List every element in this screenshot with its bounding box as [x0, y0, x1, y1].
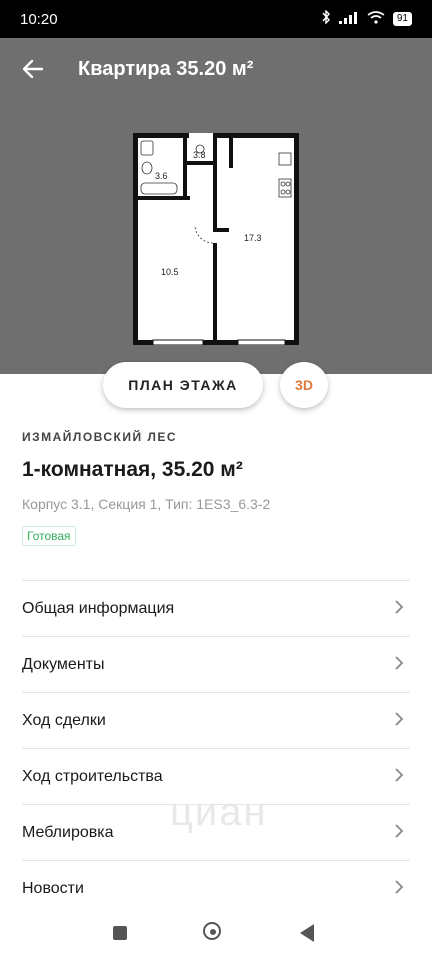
view-tabs: ПЛАН ЭТАЖА 3D [0, 362, 432, 410]
room-area-room: 10.5 [161, 267, 179, 277]
room-area-bath: 3.6 [155, 171, 168, 181]
chevron-right-icon [395, 654, 404, 675]
menu-item-label: Новости [22, 879, 84, 897]
arrow-left-icon [23, 60, 43, 78]
menu-item-construction-progress[interactable]: Ход строительства [22, 748, 410, 804]
bluetooth-icon [321, 9, 331, 28]
tab-floor-plan[interactable]: ПЛАН ЭТАЖА [103, 362, 263, 408]
wifi-icon [367, 10, 385, 28]
menu-item-label: Ход сделки [22, 711, 106, 729]
chevron-right-icon [395, 598, 404, 619]
back-button[interactable] [18, 54, 48, 84]
page-title: Квартира 35.20 м² [78, 57, 254, 80]
top-app-bar: Квартира 35.20 м² [0, 38, 432, 100]
menu-item-label: Ход строительства [22, 767, 163, 785]
floor-plan-image[interactable]: 3.6 3.8 17.3 10.5 [133, 133, 299, 345]
menu-item-general-info[interactable]: Общая информация [22, 580, 410, 636]
tab-3d[interactable]: 3D [280, 362, 328, 408]
system-nav-bar [0, 908, 432, 960]
room-area-kitchen: 17.3 [244, 233, 262, 243]
menu-item-label: Документы [22, 655, 105, 673]
apartment-details: Корпус 3.1, Секция 1, Тип: 1ES3_6.3-2 [22, 496, 271, 512]
menu-item-documents[interactable]: Документы [22, 636, 410, 692]
menu-list: Общая информация Документы Ход сделки Хо… [22, 580, 410, 916]
battery-icon: 91 [392, 12, 412, 26]
recent-apps-button[interactable] [113, 926, 127, 940]
menu-item-label: Общая информация [22, 599, 175, 617]
chevron-right-icon [395, 766, 404, 787]
status-icons: 91 [321, 9, 412, 28]
signal-icon [338, 11, 359, 28]
apartment-title: 1-комнатная, 35.20 м² [22, 458, 243, 481]
menu-item-deal-progress[interactable]: Ход сделки [22, 692, 410, 748]
room-area-hall: 3.8 [193, 150, 206, 160]
home-dot-icon [210, 929, 216, 935]
floor-plan-hero: Квартира 35.20 м² 3.6 3.8 17.3 10.5 [0, 38, 432, 374]
status-time: 10:20 [20, 10, 58, 28]
apartment-info: ИЗМАЙЛОВСКИЙ ЛЕС 1-комнатная, 35.20 м² К… [22, 430, 412, 546]
status-bar: 10:20 91 [0, 0, 432, 38]
chevron-right-icon [395, 878, 404, 899]
status-badge: Готовая [22, 526, 76, 546]
home-button[interactable] [203, 922, 221, 940]
menu-item-label: Меблировка [22, 823, 114, 841]
system-back-button[interactable] [300, 924, 314, 942]
menu-item-furnishing[interactable]: Меблировка [22, 804, 410, 860]
chevron-right-icon [395, 822, 404, 843]
chevron-right-icon [395, 710, 404, 731]
complex-name: ИЗМАЙЛОВСКИЙ ЛЕС [22, 430, 178, 444]
